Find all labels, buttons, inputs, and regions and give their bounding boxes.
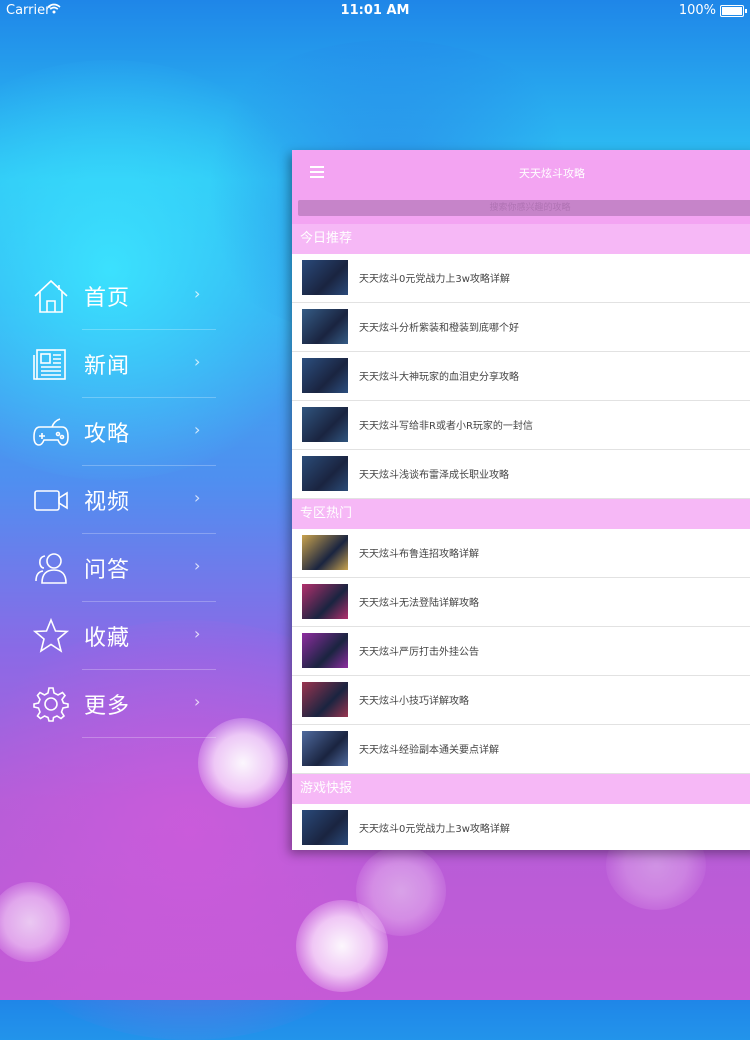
gear-icon xyxy=(32,685,70,723)
menu-label: 收藏 xyxy=(84,626,131,651)
article-thumbnail xyxy=(302,731,348,766)
article-thumbnail xyxy=(302,260,348,295)
article-thumbnail xyxy=(302,810,348,845)
article-thumbnail xyxy=(302,358,348,393)
article-thumbnail xyxy=(302,309,348,344)
menu-item-news[interactable]: 新闻 › xyxy=(30,330,216,398)
menu-item-more[interactable]: 更多 › xyxy=(30,670,216,738)
section-header: 专区热门 xyxy=(292,499,750,529)
gamepad-icon xyxy=(32,413,70,451)
article-thumbnail xyxy=(302,584,348,619)
article-title: 天天炫斗经验副本通关要点详解 xyxy=(359,745,499,756)
article-title: 天天炫斗无法登陆详解攻略 xyxy=(359,598,479,609)
article-title: 天天炫斗浅谈布雷泽成长职业攻略 xyxy=(359,470,509,481)
list-item[interactable]: 天天炫斗小技巧详解攻略 xyxy=(292,676,750,725)
chevron-right-icon: › xyxy=(194,420,201,439)
list-item[interactable]: 天天炫斗无法登陆详解攻略 xyxy=(292,578,750,627)
menu-label: 问答 xyxy=(84,558,131,583)
list-item[interactable]: 天天炫斗浅谈布雷泽成长职业攻略 xyxy=(292,450,750,499)
content-panel: 天天炫斗攻略 搜索你感兴趣的攻略 今日推荐 天天炫斗0元党战力上3w攻略详解 天天炫… xyxy=(292,150,750,850)
bokeh-light xyxy=(198,718,288,808)
search-input[interactable]: 搜索你感兴趣的攻略 xyxy=(298,200,750,216)
article-list: 今日推荐 天天炫斗0元党战力上3w攻略详解 天天炫斗分析紫装和橙装到底哪个好 天天炫斗… xyxy=(292,224,750,850)
menu-item-home[interactable]: 首页 › xyxy=(30,262,216,330)
chevron-right-icon: › xyxy=(194,284,201,303)
article-thumbnail xyxy=(302,456,348,491)
menu-label: 首页 xyxy=(84,286,131,311)
page-title: 天天炫斗攻略 xyxy=(519,167,585,180)
list-item[interactable]: 天天炫斗布鲁连招攻略详解 xyxy=(292,529,750,578)
article-title: 天天炫斗大神玩家的血泪史分享攻略 xyxy=(359,372,519,383)
section-header: 游戏快报 xyxy=(292,774,750,804)
status-bar: Carrier 11:01 AM 100% xyxy=(0,0,750,22)
menu-label: 攻略 xyxy=(84,422,131,447)
article-title: 天天炫斗0元党战力上3w攻略详解 xyxy=(359,274,510,285)
chevron-right-icon: › xyxy=(194,556,201,575)
battery-icon xyxy=(720,5,747,17)
menu-item-favorites[interactable]: 收藏 › xyxy=(30,602,216,670)
menu-item-qa[interactable]: 问答 › xyxy=(30,534,216,602)
article-thumbnail xyxy=(302,535,348,570)
chevron-right-icon: › xyxy=(194,488,201,507)
home-icon xyxy=(32,277,70,315)
article-title: 天天炫斗小技巧详解攻略 xyxy=(359,696,469,707)
nav-bar: 天天炫斗攻略 xyxy=(292,150,750,195)
section-header: 今日推荐 xyxy=(292,224,750,254)
article-thumbnail xyxy=(302,682,348,717)
newspaper-icon xyxy=(32,345,70,383)
article-title: 天天炫斗布鲁连招攻略详解 xyxy=(359,549,479,560)
list-item[interactable]: 天天炫斗大神玩家的血泪史分享攻略 xyxy=(292,352,750,401)
article-thumbnail xyxy=(302,407,348,442)
menu-label: 视频 xyxy=(84,490,131,515)
list-item[interactable]: 天天炫斗0元党战力上3w攻略详解 xyxy=(292,804,750,850)
article-title: 天天炫斗写给非R或者小R玩家的一封信 xyxy=(359,421,533,432)
list-item[interactable]: 天天炫斗经验副本通关要点详解 xyxy=(292,725,750,774)
battery-percent: 100% xyxy=(678,3,716,18)
article-title: 天天炫斗分析紫装和橙装到底哪个好 xyxy=(359,323,519,334)
menu-item-video[interactable]: 视频 › xyxy=(30,466,216,534)
people-icon xyxy=(32,549,70,587)
menu-item-guides[interactable]: 攻略 › xyxy=(30,398,216,466)
article-title: 天天炫斗严厉打击外挂公告 xyxy=(359,647,479,658)
menu-label: 新闻 xyxy=(84,354,131,379)
chevron-right-icon: › xyxy=(194,692,201,711)
bokeh-light xyxy=(0,882,70,962)
clock: 11:01 AM xyxy=(340,3,410,18)
list-item[interactable]: 天天炫斗0元党战力上3w攻略详解 xyxy=(292,254,750,303)
bokeh-light xyxy=(356,846,446,936)
chevron-right-icon: › xyxy=(194,624,201,643)
menu-label: 更多 xyxy=(84,694,131,719)
list-item[interactable]: 天天炫斗严厉打击外挂公告 xyxy=(292,627,750,676)
list-item[interactable]: 天天炫斗写给非R或者小R玩家的一封信 xyxy=(292,401,750,450)
list-item[interactable]: 天天炫斗分析紫装和橙装到底哪个好 xyxy=(292,303,750,352)
video-camera-icon xyxy=(32,481,70,519)
article-title: 天天炫斗0元党战力上3w攻略详解 xyxy=(359,824,510,835)
search-bar: 搜索你感兴趣的攻略 xyxy=(292,194,750,224)
side-menu: 首页 › 新闻 › 攻略 › 视频 › 问答 › 收藏 › 更多 › xyxy=(30,262,216,738)
article-thumbnail xyxy=(302,633,348,668)
star-icon xyxy=(32,617,70,655)
chevron-right-icon: › xyxy=(194,352,201,371)
